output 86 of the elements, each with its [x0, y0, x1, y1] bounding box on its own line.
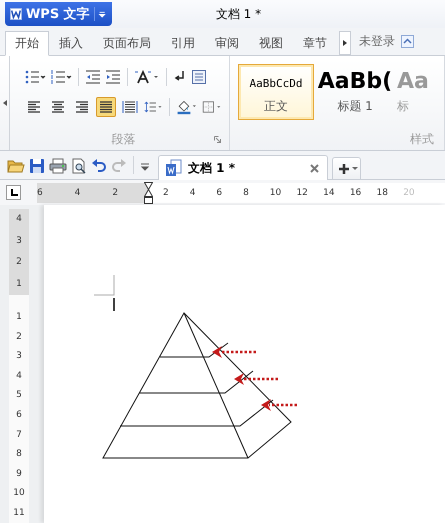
- ribbon-tab[interactable]: 开始: [5, 31, 49, 56]
- numbered-list-icon[interactable]: [50, 69, 72, 85]
- arrow-icon: [261, 399, 297, 411]
- ruler-number: 4: [74, 188, 82, 198]
- ruler-number: 2: [16, 258, 22, 268]
- print-preview-icon[interactable]: [71, 158, 87, 174]
- arrow-icon: [212, 346, 256, 358]
- character-spacing-icon[interactable]: [134, 69, 160, 85]
- tab-stop-icon: [10, 188, 18, 196]
- ruler-number: 12: [296, 188, 309, 198]
- ribbon-tab[interactable]: 章节: [293, 31, 337, 55]
- caret-icon: [343, 40, 347, 46]
- save-icon[interactable]: [29, 158, 45, 174]
- dialog-launcher-icon[interactable]: [214, 136, 221, 142]
- line-spacing-icon[interactable]: [144, 99, 164, 115]
- undo-icon[interactable]: [91, 158, 107, 174]
- borders-icon[interactable]: [202, 99, 223, 115]
- collapse-ribbon-icon[interactable]: [401, 35, 414, 48]
- ribbon-tab[interactable]: 插入: [49, 31, 93, 55]
- ruler-number: 2: [16, 332, 22, 342]
- decrease-indent-icon[interactable]: [85, 69, 101, 85]
- margin-corner-mark: [94, 274, 114, 296]
- ruler-number: 2: [112, 188, 120, 198]
- ruler-number: 18: [376, 188, 389, 198]
- page-border-icon[interactable]: [191, 69, 207, 85]
- app-name: WPS 文字: [26, 6, 90, 23]
- style-preview: AaBb(: [318, 69, 392, 95]
- close-icon[interactable]: [310, 164, 319, 172]
- dropdown-arrow-icon[interactable]: [94, 7, 107, 21]
- ruler-number: 20: [403, 188, 416, 198]
- paint-bucket-icon[interactable]: [176, 98, 198, 116]
- ruler-number: 1: [16, 313, 22, 322]
- new-tab-button[interactable]: [332, 157, 361, 179]
- tab-scroll-button[interactable]: [339, 31, 351, 55]
- ribbon-tab[interactable]: 审阅: [205, 31, 249, 55]
- ruler-number: 6: [36, 188, 44, 198]
- ruler-number: 8: [16, 450, 22, 460]
- caret-icon: [352, 166, 358, 170]
- plus-icon: [338, 162, 350, 174]
- ruler-number: 4: [16, 215, 22, 224]
- ruler-number: 2: [163, 188, 170, 198]
- ruler-number: 6: [216, 188, 224, 198]
- ruler-number: 1: [16, 280, 22, 289]
- ruler-number: 14: [323, 188, 336, 198]
- text-cursor: [113, 298, 115, 311]
- folder-icon[interactable]: [7, 158, 25, 174]
- document-icon: [165, 159, 183, 177]
- login-status[interactable]: 未登录: [359, 33, 395, 50]
- ruler-number: 6: [16, 410, 22, 420]
- increase-indent-icon[interactable]: [105, 69, 121, 85]
- style-name: 正文: [264, 98, 288, 115]
- ribbon-tab[interactable]: 视图: [249, 31, 293, 55]
- group-label: 样式: [410, 130, 434, 148]
- ruler-number: 4: [190, 188, 196, 198]
- tab-stop-selector[interactable]: [6, 185, 21, 200]
- ruler-number: 8: [243, 188, 250, 198]
- ruler-number: 4: [16, 372, 22, 381]
- alignment-button[interactable]: [96, 97, 116, 117]
- ruler-number: 7: [16, 430, 22, 440]
- style-preview: AaBbCcDd: [250, 77, 302, 90]
- caret-icon: [2, 100, 6, 106]
- document-tab[interactable]: 文档 1 *: [158, 155, 328, 180]
- style-preset[interactable]: AaBb( 标题 1: [317, 64, 393, 120]
- app-menu-button[interactable]: WPS 文字: [5, 2, 112, 26]
- style-preview: Aa: [397, 69, 429, 95]
- document-logo-icon: [10, 7, 22, 21]
- window-title: 文档 1 *: [216, 6, 262, 22]
- ruler-number: 11: [13, 508, 25, 518]
- ribbon-tab[interactable]: 引用: [161, 31, 205, 55]
- ruler-number: 3: [16, 236, 22, 246]
- ruler-number: 10: [13, 489, 25, 498]
- ruler-number: 16: [350, 188, 362, 198]
- printer-icon[interactable]: [49, 158, 67, 174]
- style-name: 标题 1: [337, 98, 373, 115]
- ruler-number: 10: [270, 188, 282, 198]
- document-tab-title: 文档 1 *: [188, 160, 235, 176]
- ruler-number: 9: [16, 470, 22, 479]
- arrow-icon: [234, 373, 278, 385]
- style-preset[interactable]: AaBbCcDd 正文: [238, 64, 314, 120]
- group-label: 段落: [112, 130, 136, 148]
- ruler-number: 5: [16, 391, 22, 400]
- style-name: 标: [397, 98, 409, 115]
- ribbon-tab[interactable]: 页面布局: [93, 31, 161, 55]
- bullet-list-icon[interactable]: [24, 69, 46, 85]
- ruler-number: 3: [16, 352, 22, 362]
- indent-marker-icon[interactable]: [144, 182, 153, 204]
